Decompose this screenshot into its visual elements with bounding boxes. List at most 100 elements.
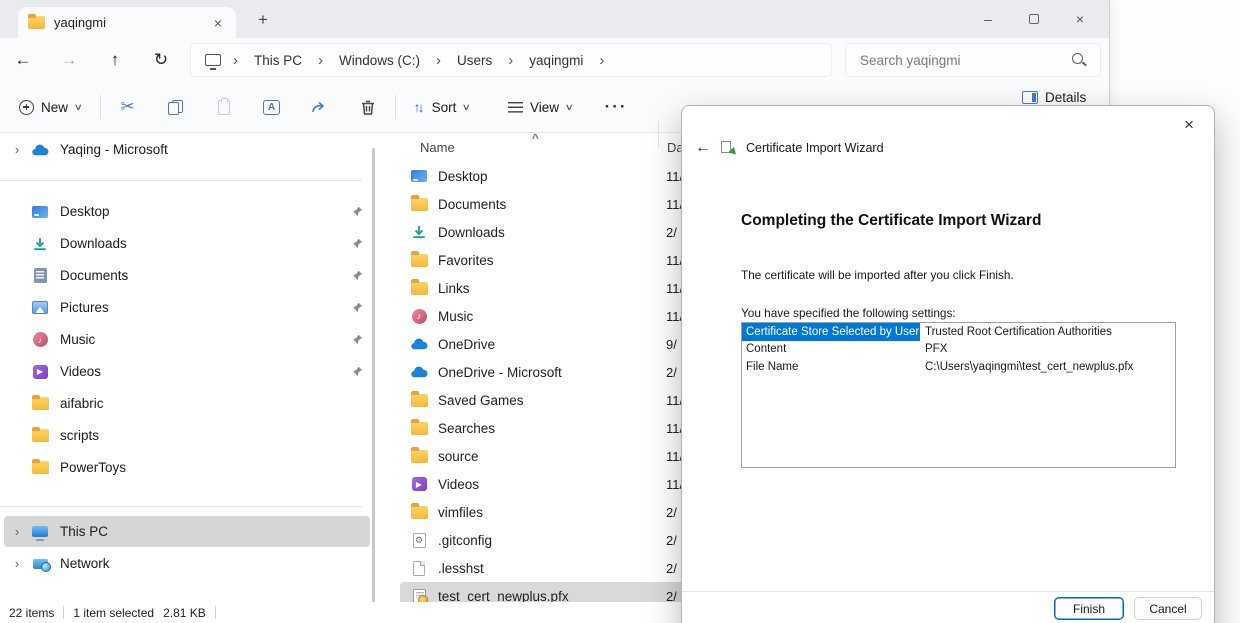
breadcrumb-yaqingmi[interactable]: yaqingmi [523,51,589,70]
maximize-button[interactable] [1011,2,1057,36]
dialog-header: ← Certificate Import Wizard [695,139,884,157]
certificate-wizard-icon [721,141,736,155]
sidebar-item-scripts[interactable]: scripts [4,420,370,451]
share-icon [311,99,329,115]
share-button[interactable] [300,89,340,125]
sidebar-item-network[interactable]: › Network [4,548,370,579]
sidebar-item-powertoys[interactable]: PowerToys [4,452,370,483]
navigation-pane: › Yaqing - Microsoft Desktop [0,133,378,602]
sidebar-item-videos[interactable]: ▶ Videos [4,356,370,387]
paste-button[interactable] [204,89,244,125]
sort-button-label: Sort [432,100,457,115]
dialog-back-icon[interactable]: ← [695,139,711,157]
chevron-down-icon: ∨ [565,102,574,113]
chevron-right-icon: › [426,52,451,69]
sidebar-item-downloads[interactable]: Downloads [4,228,370,259]
tab-strip: yaqingmi × + – × [0,0,1109,38]
status-divider [215,606,216,619]
setting-row-file-name[interactable]: File Name C:\Users\yaqingmi\test_cert_ne… [742,358,1175,376]
column-header-name[interactable]: Name [420,140,455,155]
setting-row-content[interactable]: Content PFX [742,341,1175,359]
desktop-icon [30,206,50,218]
trash-icon [359,99,377,116]
sidebar-item-label: aifabric [60,396,370,411]
breadcrumb-this-pc[interactable]: This PC [248,51,308,70]
wizard-body-text: The certificate will be imported after y… [741,268,1014,282]
setting-row-certificate-store[interactable]: Certificate Store Selected by User Trust… [742,323,1175,341]
cancel-button[interactable]: Cancel [1134,597,1202,620]
folder-icon [409,506,429,519]
folder-icon [409,282,429,295]
breadcrumb-windows-c[interactable]: Windows (C:) [333,51,426,70]
search-box[interactable] [845,43,1101,77]
tab-close-icon[interactable]: × [210,15,226,31]
finish-button[interactable]: Finish [1054,597,1124,620]
back-button[interactable]: ← [6,43,40,77]
pin-icon [344,206,370,217]
breadcrumb-users[interactable]: Users [451,51,498,70]
tab-title: yaqingmi [54,15,201,30]
wizard-settings-label: You have specified the following setting… [741,306,956,320]
maximize-icon [1029,14,1039,24]
chevron-expand-icon[interactable]: › [4,556,30,571]
downloads-icon [30,237,50,251]
dialog-footer-divider [682,591,1214,592]
music-icon: ♪ [30,332,50,347]
toolbar-divider [395,95,396,119]
delete-button[interactable] [348,89,388,125]
up-button[interactable]: ↑ [98,43,132,77]
copy-button[interactable] [156,89,196,125]
new-tab-button[interactable]: + [248,6,278,34]
column-divider[interactable] [658,121,659,147]
sidebar-item-label: This PC [60,524,370,539]
settings-list: Certificate Store Selected by User Trust… [741,322,1176,468]
folder-icon [30,429,50,442]
sidebar-item-desktop[interactable]: Desktop [4,196,370,227]
chevron-right-icon: › [498,52,523,69]
rename-button[interactable]: A [252,89,292,125]
pin-icon [344,334,370,345]
pin-icon [344,238,370,249]
file-icon [409,561,429,576]
chevron-expand-icon[interactable]: › [4,524,30,539]
plus-circle-icon [19,100,34,115]
sidebar-item-documents[interactable]: Documents [4,260,370,291]
rename-icon: A [263,100,280,115]
sidebar-item-music[interactable]: ♪ Music [4,324,370,355]
sidebar-scrollbar[interactable] [372,148,375,603]
dialog-title: Certificate Import Wizard [746,141,884,155]
chevron-down-icon: ∨ [74,102,83,113]
sidebar-item-label: Documents [60,268,344,283]
chevron-right-icon: › [589,52,614,69]
more-options-button[interactable]: ··· [594,89,639,125]
sidebar-item-pictures[interactable]: Pictures [4,292,370,323]
forward-button[interactable]: → [52,43,86,77]
chevron-expand-icon[interactable]: › [4,142,30,157]
close-button[interactable]: × [1057,2,1103,36]
sidebar-item-label: Network [60,556,370,571]
onedrive-cloud-icon [30,144,50,156]
sort-button[interactable]: ↑↓ Sort ∨ [403,89,481,125]
sidebar-item-this-pc[interactable]: › This PC [4,516,370,547]
minimize-button[interactable]: – [965,2,1011,36]
new-button[interactable]: New ∨ [8,89,93,125]
sidebar-item-aifabric[interactable]: aifabric [4,388,370,419]
address-bar[interactable]: › This PC › Windows (C:) › Users › yaqin… [190,43,832,77]
paste-icon [218,100,230,115]
dialog-close-icon[interactable]: × [1177,112,1201,138]
scissors-icon: ✂ [120,97,134,117]
refresh-button[interactable]: ↻ [144,43,178,77]
folder-icon [409,450,429,463]
details-button-label: Details [1045,90,1086,105]
sidebar-item-label: Videos [60,364,344,379]
search-input[interactable] [846,53,1070,68]
wizard-heading: Completing the Certificate Import Wizard [741,212,1041,230]
view-button[interactable]: View ∨ [497,89,584,125]
explorer-tab[interactable]: yaqingmi × [18,7,236,38]
pin-icon [344,366,370,377]
sidebar-item-onedrive[interactable]: › Yaqing - Microsoft [4,134,370,165]
details-pane-button[interactable]: Details [1022,90,1086,105]
documents-icon [30,268,50,283]
cut-button[interactable]: ✂ [108,89,148,125]
sidebar-item-label: Music [60,332,344,347]
